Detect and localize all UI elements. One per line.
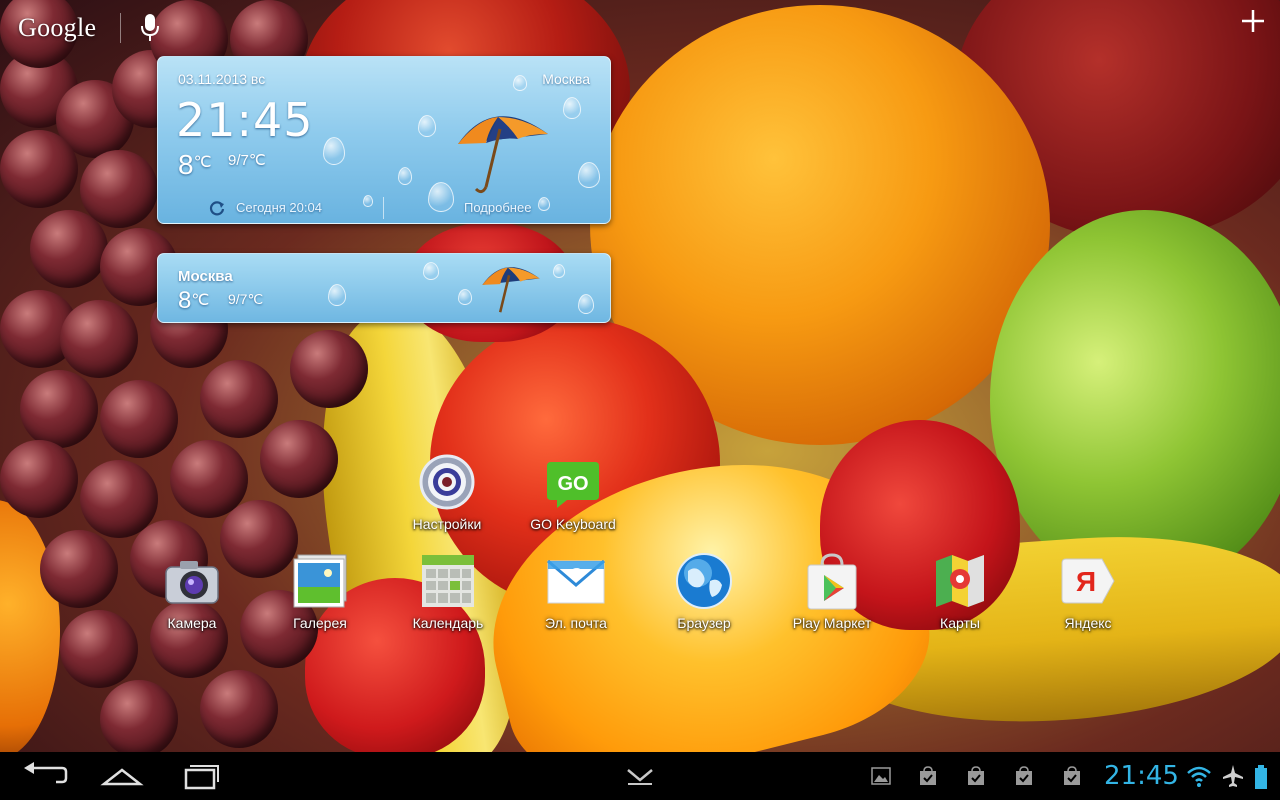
maps-icon bbox=[930, 551, 990, 611]
umbrella-icon bbox=[482, 267, 540, 313]
calendar-icon bbox=[418, 551, 478, 611]
app-go-keyboard[interactable]: GO GO Keyboard bbox=[513, 452, 633, 542]
market-notification-icon[interactable] bbox=[1062, 766, 1082, 786]
app-camera[interactable]: Камера bbox=[132, 551, 252, 641]
recents-icon bbox=[184, 765, 219, 790]
weather-more-link[interactable]: Подробнее bbox=[464, 200, 531, 215]
weather-footer-divider bbox=[383, 197, 384, 219]
weather-time: 21:45 bbox=[176, 93, 314, 147]
status-clock[interactable]: 21:45 bbox=[1104, 761, 1179, 791]
app-label: Эл. почта bbox=[545, 615, 607, 631]
app-label: Галерея bbox=[293, 615, 347, 631]
market-notification-icon[interactable] bbox=[918, 766, 938, 786]
email-icon: @ bbox=[546, 551, 606, 611]
weather-footer: Сегодня 20:04 Подробнее bbox=[158, 193, 610, 223]
weather-updated: Сегодня 20:04 bbox=[236, 200, 322, 215]
weather-range: 9/7℃ bbox=[228, 152, 266, 169]
app-calendar[interactable]: Календарь bbox=[388, 551, 508, 641]
app-label: Яндекс bbox=[1064, 615, 1112, 631]
back-icon bbox=[24, 762, 68, 784]
search-divider bbox=[120, 13, 122, 43]
weather-small-temp: 8℃ bbox=[178, 287, 209, 315]
app-gallery[interactable]: Галерея bbox=[260, 551, 380, 641]
weather-widget[interactable]: 03.11.2013 вс Москва 21:45 8℃ 9/7℃ Сегод… bbox=[157, 56, 611, 224]
app-label: Play Маркет bbox=[792, 615, 872, 631]
weather-city: Москва bbox=[542, 71, 590, 87]
svg-text:GO: GO bbox=[557, 473, 588, 495]
market-notification-icon[interactable] bbox=[966, 766, 986, 786]
weather-temp: 8℃ bbox=[178, 149, 212, 181]
app-label: Календарь bbox=[412, 615, 484, 631]
weather-temp-value: 8 bbox=[178, 149, 194, 180]
camera-icon bbox=[162, 551, 222, 611]
weather-small-temp-value: 8 bbox=[178, 287, 192, 314]
app-settings[interactable]: Настройки bbox=[387, 452, 507, 542]
app-label: Настройки bbox=[412, 516, 482, 532]
weather-small-city: Москва bbox=[178, 268, 233, 285]
app-label: Браузер bbox=[677, 615, 731, 631]
system-bar: 21:45 bbox=[0, 752, 1280, 800]
app-label: GO Keyboard bbox=[530, 516, 616, 532]
play-market-icon bbox=[802, 551, 862, 611]
app-yandex[interactable]: Я Яндекс bbox=[1028, 551, 1148, 641]
app-email[interactable]: @ Эл. почта bbox=[516, 551, 636, 641]
wifi-icon bbox=[1187, 766, 1211, 787]
umbrella-icon bbox=[458, 116, 548, 194]
app-label: Карты bbox=[940, 615, 980, 631]
weather-date: 03.11.2013 вс bbox=[178, 71, 266, 87]
yandex-icon: Я bbox=[1058, 551, 1118, 611]
weather-small-range: 9/7℃ bbox=[228, 291, 264, 307]
screenshot-notification-icon[interactable] bbox=[871, 766, 891, 786]
weather-small-temp-unit: ℃ bbox=[191, 292, 210, 309]
weather-temp-unit: ℃ bbox=[193, 154, 212, 171]
app-drawer-button[interactable] bbox=[610, 760, 670, 792]
svg-text:Я: Я bbox=[1076, 566, 1096, 597]
mic-icon[interactable] bbox=[139, 12, 161, 44]
google-search-bar[interactable]: Google bbox=[18, 10, 161, 46]
add-widget-icon[interactable] bbox=[1240, 8, 1266, 34]
app-maps[interactable]: Карты bbox=[900, 551, 1020, 641]
chevron-down-icon bbox=[627, 769, 653, 785]
home-button[interactable] bbox=[92, 760, 152, 792]
gallery-icon bbox=[290, 551, 350, 611]
weather-widget-small[interactable]: Москва 8℃ 9/7℃ bbox=[157, 253, 611, 323]
settings-icon bbox=[417, 452, 477, 512]
airplane-icon bbox=[1223, 765, 1243, 787]
go-keyboard-icon: GO bbox=[543, 452, 603, 512]
recents-button[interactable] bbox=[172, 760, 232, 792]
market-notification-icon[interactable] bbox=[1014, 766, 1034, 786]
google-search-label[interactable]: Google bbox=[18, 13, 96, 43]
battery-icon bbox=[1255, 765, 1267, 789]
app-play-market[interactable]: Play Маркет bbox=[772, 551, 892, 641]
home-icon bbox=[100, 768, 144, 786]
app-browser[interactable]: Браузер bbox=[644, 551, 764, 641]
back-button[interactable] bbox=[12, 760, 72, 792]
refresh-icon[interactable] bbox=[208, 199, 226, 217]
browser-icon bbox=[674, 551, 734, 611]
svg-text:@: @ bbox=[570, 565, 583, 580]
app-label: Камера bbox=[167, 615, 217, 631]
